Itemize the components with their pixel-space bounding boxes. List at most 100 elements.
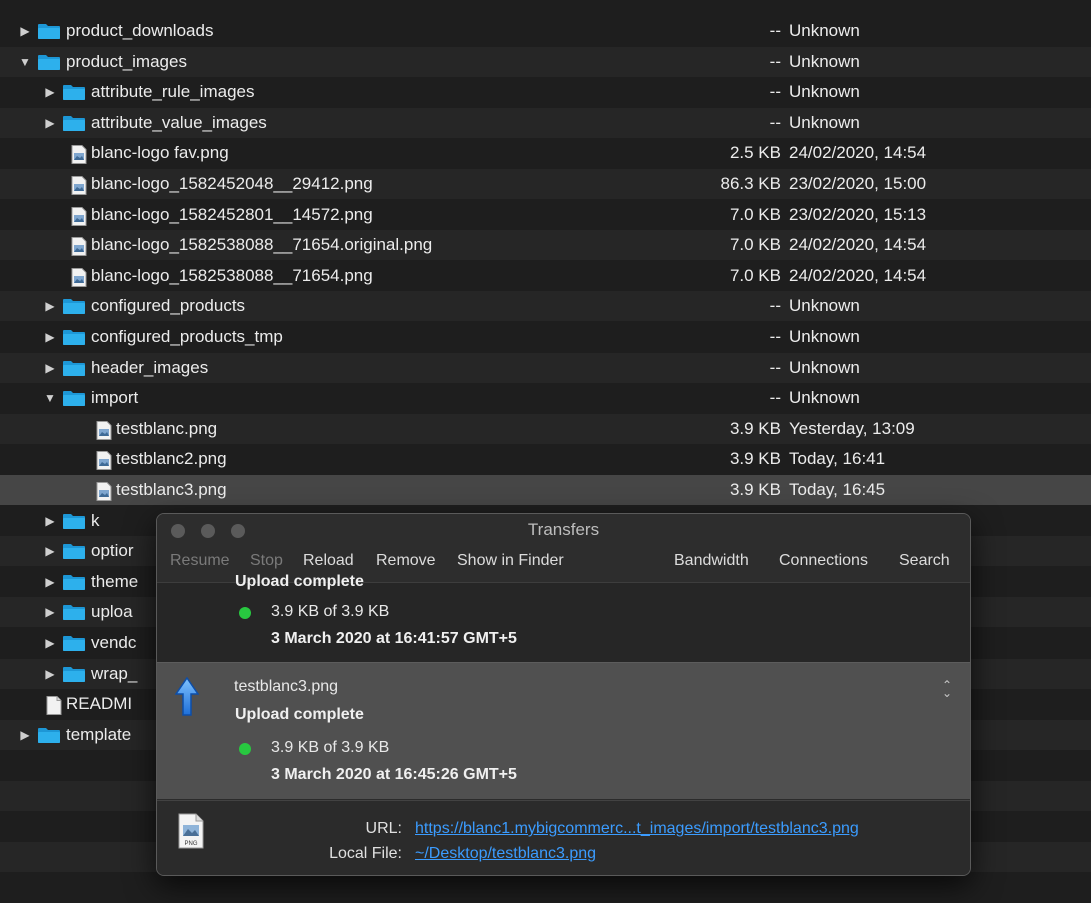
file-name: testblanc2.png — [116, 449, 227, 468]
disclosure-expanded-icon[interactable]: ▼ — [43, 383, 57, 413]
file-name: testblanc3.png — [116, 480, 227, 499]
file-date: Unknown — [789, 82, 860, 101]
file-date: Today, 16:45 — [789, 480, 886, 499]
transfer-progress: 3.9 KB of 3.9 KB — [271, 739, 390, 756]
file-name: configured_products — [91, 296, 246, 315]
disclosure-collapsed-icon[interactable]: ▶ — [43, 322, 57, 352]
disclosure-collapsed-icon[interactable]: ▶ — [43, 353, 57, 383]
file-row[interactable]: ▶ attribute_rule_images -- Unknown — [0, 77, 1091, 107]
folder-icon — [37, 23, 61, 40]
search-button[interactable]: Search — [899, 552, 950, 570]
file-name: configured_products_tmp — [91, 327, 283, 346]
resume-button[interactable]: Resume — [170, 552, 230, 570]
upload-arrow-icon — [175, 677, 199, 716]
file-row[interactable]: ▶ configured_products -- Unknown — [0, 291, 1091, 321]
file-row[interactable]: testblanc.png 3.9 KB Yesterday, 13:09 — [0, 414, 1091, 444]
status-dot-icon — [239, 743, 251, 755]
transfer-status: Upload complete — [235, 573, 364, 590]
file-row[interactable]: testblanc3.png 3.9 KB Today, 16:45 — [0, 475, 1091, 505]
file-date: 24/02/2020, 14:54 — [789, 235, 927, 254]
file-name: attribute_rule_images — [91, 82, 255, 101]
file-name: uploa — [91, 602, 133, 621]
folder-icon — [37, 727, 61, 744]
file-size: 7.0 KB — [729, 205, 781, 224]
file-size: 3.9 KB — [729, 449, 781, 468]
folder-icon — [37, 54, 61, 71]
file-date: Unknown — [789, 113, 860, 132]
disclosure-collapsed-icon[interactable]: ▶ — [18, 720, 32, 750]
folder-icon — [62, 329, 86, 346]
window-title: Transfers — [527, 520, 600, 539]
transfer-progress: 3.9 KB of 3.9 KB — [271, 603, 390, 620]
file-name: blanc-logo fav.png — [91, 143, 229, 162]
disclosure-collapsed-icon[interactable]: ▶ — [43, 77, 57, 107]
folder-icon — [62, 543, 86, 560]
file-name: k — [91, 511, 100, 530]
stop-button[interactable]: Stop — [250, 552, 283, 570]
file-size: -- — [769, 113, 781, 132]
connections-button[interactable]: Connections — [779, 552, 868, 570]
transfer-entry-selected[interactable]: testblanc3.png Upload complete 3.9 KB of… — [157, 662, 970, 799]
empty-row — [0, 873, 1091, 903]
bandwidth-button[interactable]: Bandwidth — [674, 552, 749, 570]
reload-button[interactable]: Reload — [303, 552, 354, 570]
url-link[interactable]: https://blanc1.mybigcommerc...t_images/i… — [415, 820, 859, 838]
file-row[interactable]: blanc-logo_1582538088__71654.original.pn… — [0, 230, 1091, 260]
file-date: 24/02/2020, 14:54 — [789, 266, 927, 285]
local-file-label: Local File: — [329, 845, 402, 862]
folder-icon — [62, 574, 86, 591]
file-row[interactable]: ▶ configured_products_tmp -- Unknown — [0, 322, 1091, 352]
disclosure-collapsed-icon[interactable]: ▶ — [43, 536, 57, 566]
file-size: 2.5 KB — [729, 143, 781, 162]
file-row[interactable]: ▶ product_downloads -- Unknown — [0, 16, 1091, 46]
file-row[interactable]: blanc-logo_1582538088__71654.png 7.0 KB 24… — [0, 261, 1091, 291]
file-row[interactable]: ▼ import -- Unknown — [0, 383, 1091, 413]
disclosure-collapsed-icon[interactable]: ▶ — [43, 597, 57, 627]
disclosure-expanded-icon[interactable]: ▼ — [18, 47, 32, 77]
file-name: product_images — [66, 52, 187, 71]
disclosure-collapsed-icon[interactable]: ▶ — [43, 506, 57, 536]
file-name: template — [66, 725, 132, 744]
folder-icon — [62, 513, 86, 530]
local-file-link[interactable]: ~/Desktop/testblanc3.png — [415, 845, 596, 863]
file-size: 7.0 KB — [729, 266, 781, 285]
file-date: Unknown — [789, 52, 860, 71]
file-name: import — [91, 388, 139, 407]
image-file-icon — [67, 207, 91, 226]
file-size: -- — [769, 82, 781, 101]
file-row[interactable]: blanc-logo_1582452801__14572.png 7.0 KB 23… — [0, 200, 1091, 230]
disclosure-collapsed-icon[interactable]: ▶ — [43, 108, 57, 138]
file-date: Unknown — [789, 296, 860, 315]
file-name: blanc-logo_1582538088__71654.original.pn… — [91, 235, 433, 254]
folder-icon — [62, 635, 86, 652]
image-file-icon — [67, 176, 91, 195]
disclosure-collapsed-icon[interactable]: ▶ — [43, 659, 57, 689]
disclosure-collapsed-icon[interactable]: ▶ — [18, 16, 32, 46]
remove-button[interactable]: Remove — [376, 552, 436, 570]
file-row[interactable]: ▶ header_images -- Unknown — [0, 353, 1091, 383]
file-size: 3.9 KB — [729, 480, 781, 499]
file-row[interactable]: testblanc2.png 3.9 KB Today, 16:41 — [0, 444, 1091, 474]
folder-icon — [62, 360, 86, 377]
file-size: 3.9 KB — [729, 419, 781, 438]
file-date: Unknown — [789, 388, 860, 407]
file-name: header_images — [91, 358, 209, 377]
image-file-icon — [67, 145, 91, 164]
image-file-icon — [92, 421, 116, 440]
folder-icon — [62, 298, 86, 315]
file-name: blanc-logo_1582452048__29412.png — [91, 174, 373, 193]
disclosure-collapsed-icon[interactable]: ▶ — [43, 291, 57, 321]
file-row[interactable]: ▶ attribute_value_images -- Unknown — [0, 108, 1091, 138]
transfer-entry[interactable]: Upload complete 3.9 KB of 3.9 KB 3 March… — [157, 573, 970, 662]
disclosure-collapsed-icon[interactable]: ▶ — [43, 567, 57, 597]
chevron-updown-icon[interactable]: ⌃ ⌄ — [942, 679, 952, 699]
disclosure-collapsed-icon[interactable]: ▶ — [43, 628, 57, 658]
folder-icon — [62, 666, 86, 683]
file-date: Unknown — [789, 358, 860, 377]
file-row[interactable]: blanc-logo_1582452048__29412.png 86.3 KB 2… — [0, 169, 1091, 199]
file-name: blanc-logo_1582538088__71654.png — [91, 266, 373, 285]
file-row[interactable]: ▼ product_images -- Unknown — [0, 47, 1091, 77]
file-date: Unknown — [789, 327, 860, 346]
file-row[interactable]: blanc-logo fav.png 2.5 KB 24/02/2020, 14:5… — [0, 138, 1091, 168]
show-in-finder-button[interactable]: Show in Finder — [457, 552, 564, 570]
